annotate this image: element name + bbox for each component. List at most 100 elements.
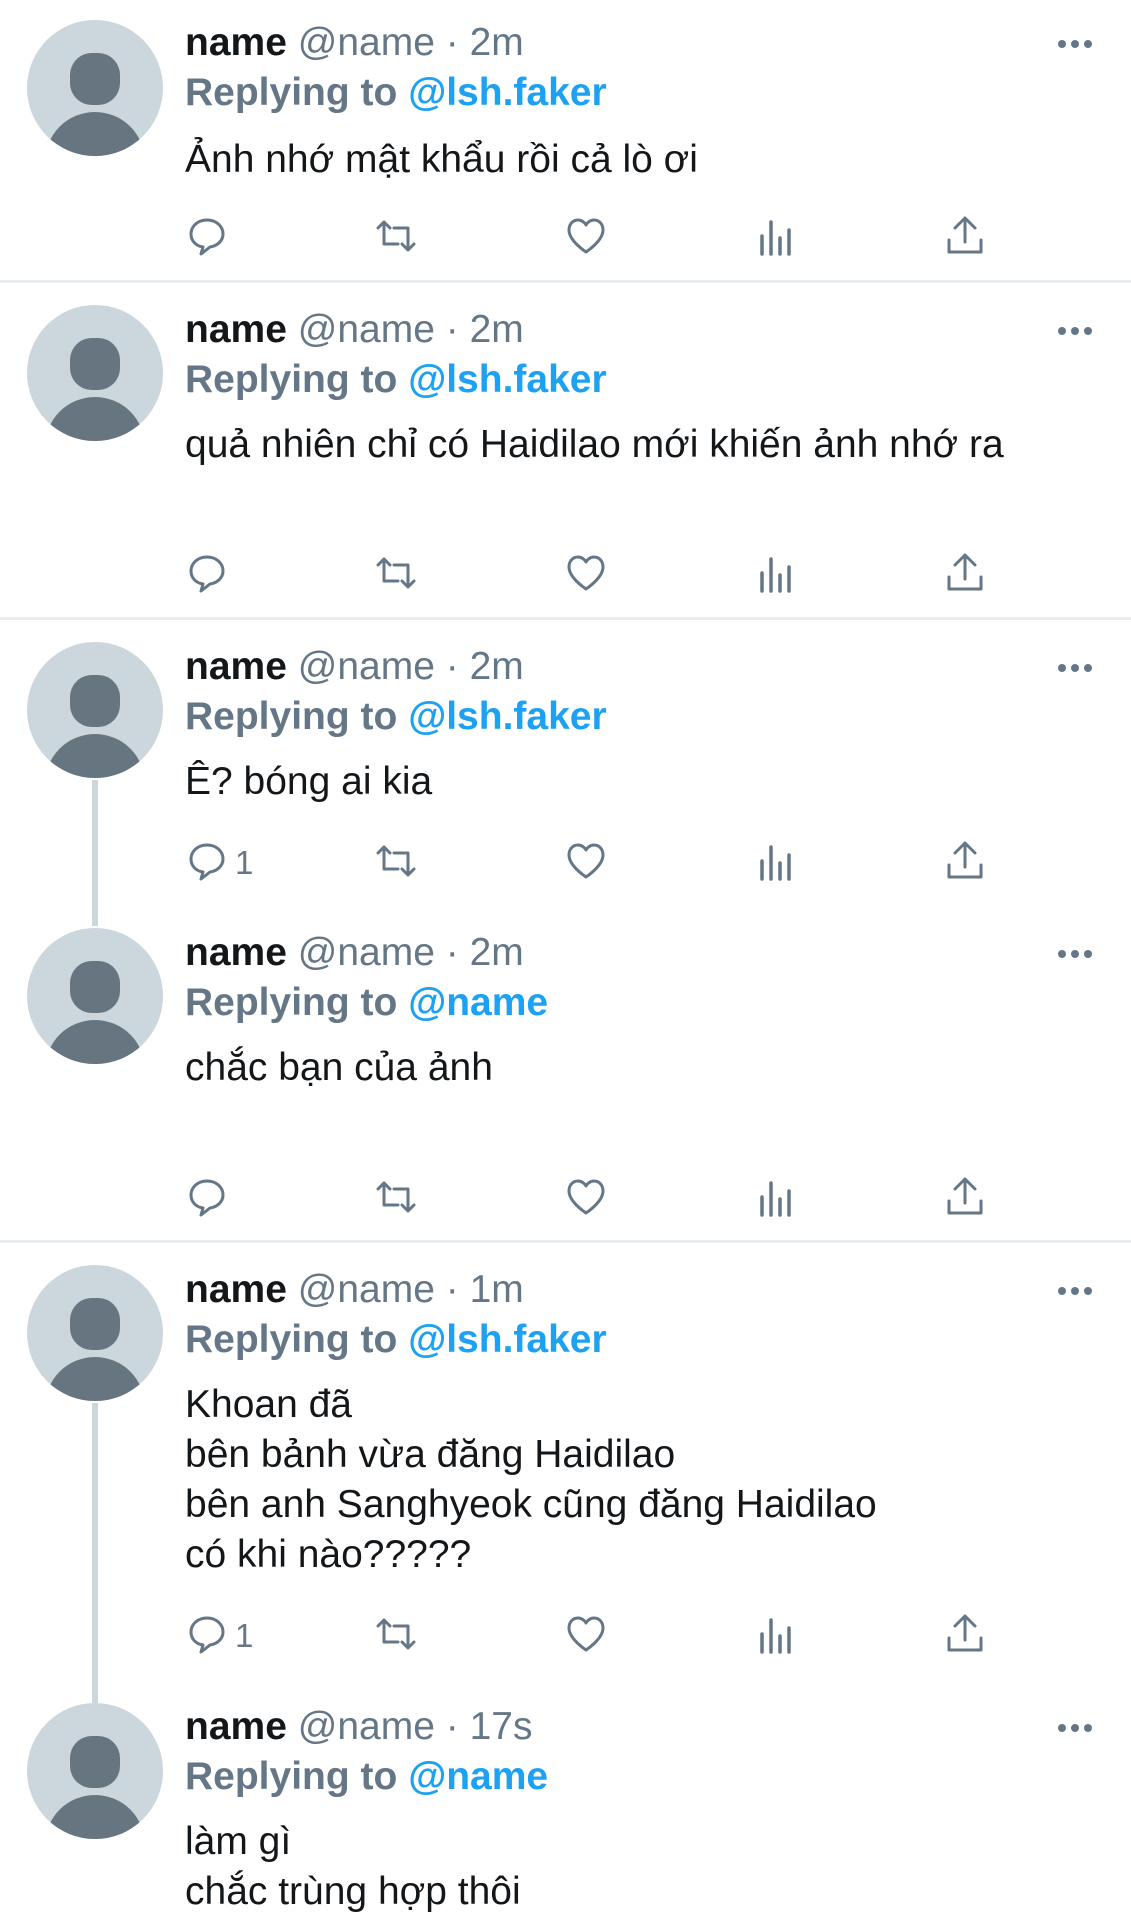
- reply-icon: [185, 1175, 229, 1224]
- reply-button[interactable]: 1: [185, 1611, 253, 1661]
- reply-button[interactable]: [185, 550, 235, 600]
- retweet-button[interactable]: [374, 213, 418, 263]
- mention-link[interactable]: @lsh.faker: [408, 1318, 606, 1361]
- share-button[interactable]: [943, 213, 987, 263]
- retweet-button[interactable]: [374, 550, 418, 600]
- author-handle[interactable]: @name: [298, 21, 435, 64]
- analytics-icon: [754, 214, 798, 263]
- avatar[interactable]: [27, 1703, 163, 1839]
- share-icon: [943, 1175, 987, 1224]
- analytics-button[interactable]: [754, 213, 798, 263]
- avatar[interactable]: [27, 642, 163, 778]
- mention-link[interactable]: @name: [408, 1755, 548, 1798]
- author-name[interactable]: name: [185, 21, 287, 64]
- tweet-header: name @name · 2m: [185, 20, 524, 66]
- analytics-icon: [754, 839, 798, 888]
- replying-to: Replying to @lsh.faker: [185, 357, 607, 403]
- author-handle[interactable]: @name: [298, 1705, 435, 1748]
- author-handle[interactable]: @name: [298, 645, 435, 688]
- tweet-divider: [0, 280, 1131, 283]
- like-button[interactable]: [564, 838, 608, 888]
- tweet-actions: [0, 1174, 1131, 1224]
- replying-label: Replying to: [185, 71, 398, 114]
- reply-button[interactable]: [185, 213, 235, 263]
- share-icon: [943, 1612, 987, 1661]
- reply-button[interactable]: [185, 1174, 235, 1224]
- retweet-icon: [374, 839, 418, 888]
- author-name[interactable]: name: [185, 308, 287, 351]
- timestamp[interactable]: 2m: [470, 308, 524, 351]
- reply-icon: [185, 1612, 229, 1661]
- reply-icon: [185, 214, 229, 263]
- author-handle[interactable]: @name: [298, 308, 435, 351]
- share-button[interactable]: [943, 838, 987, 888]
- replying-to: Replying to @lsh.faker: [185, 694, 607, 740]
- avatar[interactable]: [27, 20, 163, 156]
- separator: ·: [445, 21, 459, 64]
- retweet-icon: [374, 551, 418, 600]
- separator: ·: [445, 931, 459, 974]
- mention-link[interactable]: @name: [408, 981, 548, 1024]
- more-icon[interactable]: [1058, 40, 1092, 50]
- timestamp[interactable]: 2m: [470, 645, 524, 688]
- analytics-button[interactable]: [754, 1611, 798, 1661]
- tweet-actions: [0, 213, 1131, 263]
- separator: ·: [445, 1705, 459, 1748]
- share-icon: [943, 839, 987, 888]
- share-button[interactable]: [943, 550, 987, 600]
- analytics-button[interactable]: [754, 550, 798, 600]
- retweet-icon: [374, 1612, 418, 1661]
- analytics-button[interactable]: [754, 838, 798, 888]
- more-icon[interactable]: [1058, 664, 1092, 674]
- retweet-button[interactable]: [374, 838, 418, 888]
- replying-to: Replying to @name: [185, 980, 548, 1026]
- avatar[interactable]: [27, 305, 163, 441]
- share-button[interactable]: [943, 1611, 987, 1661]
- like-button[interactable]: [564, 550, 608, 600]
- tweet-divider: [0, 1240, 1131, 1243]
- timestamp[interactable]: 2m: [470, 21, 524, 64]
- more-icon[interactable]: [1058, 1287, 1092, 1297]
- tweet-actions: 1: [0, 838, 1131, 888]
- more-icon[interactable]: [1058, 1724, 1092, 1734]
- tweet-header: name @name · 2m: [185, 644, 524, 690]
- author-name[interactable]: name: [185, 1705, 287, 1748]
- retweet-button[interactable]: [374, 1611, 418, 1661]
- replying-to: Replying to @name: [185, 1754, 548, 1800]
- avatar[interactable]: [27, 928, 163, 1064]
- author-name[interactable]: name: [185, 645, 287, 688]
- avatar[interactable]: [27, 1265, 163, 1401]
- more-icon[interactable]: [1058, 327, 1092, 337]
- like-button[interactable]: [564, 1611, 608, 1661]
- analytics-icon: [754, 1612, 798, 1661]
- share-button[interactable]: [943, 1174, 987, 1224]
- analytics-icon: [754, 1175, 798, 1224]
- analytics-button[interactable]: [754, 1174, 798, 1224]
- like-button[interactable]: [564, 1174, 608, 1224]
- more-icon[interactable]: [1058, 950, 1092, 960]
- mention-link[interactable]: @lsh.faker: [408, 358, 606, 401]
- separator: ·: [445, 645, 459, 688]
- mention-link[interactable]: @lsh.faker: [408, 695, 606, 738]
- timestamp[interactable]: 17s: [470, 1705, 533, 1748]
- heart-icon: [564, 839, 608, 888]
- replying-label: Replying to: [185, 1755, 398, 1798]
- reply-icon: [185, 551, 229, 600]
- reply-icon: [185, 839, 229, 888]
- author-name[interactable]: name: [185, 1268, 287, 1311]
- author-handle[interactable]: @name: [298, 1268, 435, 1311]
- timestamp[interactable]: 1m: [470, 1268, 524, 1311]
- retweet-button[interactable]: [374, 1174, 418, 1224]
- tweet-header: name @name · 2m: [185, 930, 524, 976]
- reply-button[interactable]: 1: [185, 838, 253, 888]
- retweet-icon: [374, 214, 418, 263]
- author-handle[interactable]: @name: [298, 931, 435, 974]
- author-name[interactable]: name: [185, 931, 287, 974]
- like-button[interactable]: [564, 213, 608, 263]
- tweet-actions: 1: [0, 1611, 1131, 1661]
- mention-link[interactable]: @lsh.faker: [408, 71, 606, 114]
- separator: ·: [445, 308, 459, 351]
- timestamp[interactable]: 2m: [470, 931, 524, 974]
- replying-to: Replying to @lsh.faker: [185, 1317, 607, 1363]
- tweet-text: làm gì chắc trùng hợp thôi: [185, 1820, 521, 1913]
